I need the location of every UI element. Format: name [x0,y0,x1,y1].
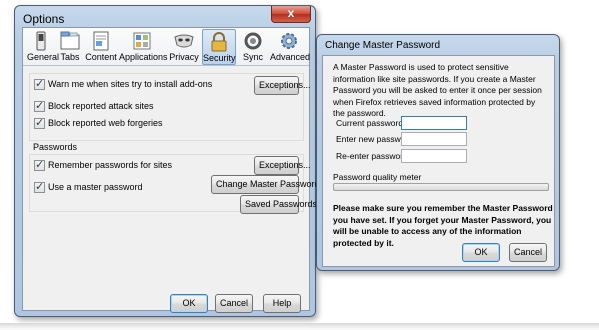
help-button[interactable]: Help [263,294,301,313]
master-dialog-title: Change Master Password [325,40,441,51]
tabs-icon [59,31,81,51]
block-forgeries-label: Block reported web forgeries [48,118,163,128]
bottom-shadow [0,323,599,330]
tab-tabs-label: Tabs [60,52,80,62]
tab-security-label: Security [203,53,236,63]
password-quality-meter [333,183,549,191]
reenter-password-label: Re-enter password: [336,151,411,161]
content-page-icon [90,31,112,51]
tab-privacy-label: Privacy [169,52,199,62]
tab-sync[interactable]: Sync [239,29,267,65]
tab-content-label: Content [85,52,117,62]
reenter-password-field[interactable] [401,149,467,163]
master-dialog-description: A Master Password is used to protect sen… [333,62,542,118]
warn-addons-checkbox[interactable] [34,77,45,90]
use-master-password-checkbox[interactable] [34,180,45,193]
tab-advanced[interactable]: Advanced [270,29,311,65]
tab-applications[interactable]: Applications [119,29,168,65]
ok-button[interactable]: OK [170,294,208,313]
new-password-field[interactable] [401,132,467,146]
exceptions-addons-button[interactable]: Exceptions... [254,76,311,95]
cancel-button[interactable]: Cancel [215,294,253,313]
master-dialog-ok-button[interactable]: OK [462,243,500,262]
advanced-gear-icon [278,31,300,51]
block-forgeries-checkbox[interactable] [34,116,45,129]
password-quality-meter-label: Password quality meter [333,172,422,182]
tab-sync-label: Sync [242,52,263,62]
applications-icon [131,31,153,51]
tab-tabs[interactable]: Tabs [57,29,83,65]
options-toolbar: General Tabs Content Applications Privac… [23,28,311,66]
saved-passwords-button[interactable]: Saved Passwords... [240,195,325,214]
current-password-field[interactable] [401,116,467,130]
general-switch-icon [30,31,52,51]
sync-icon [242,31,264,51]
block-attack-checkbox[interactable] [34,99,45,112]
security-lock-icon [208,32,230,52]
remember-passwords-checkbox[interactable] [34,158,45,171]
tab-general-label: General [27,52,60,62]
passwords-section-label: Passwords [33,142,78,152]
tab-applications-label: Applications [119,52,168,62]
current-password-label: Current password: [336,118,406,128]
options-client-area: General Tabs Content Applications Privac… [22,27,327,313]
tab-general[interactable]: General [27,29,60,65]
block-attack-label: Block reported attack sites [48,101,154,111]
master-dialog-client-area: A Master Password is used to protect sen… [322,55,555,267]
change-master-password-button[interactable]: Change Master Password... [211,175,327,194]
master-password-dialog: Change Master Password A Master Password… [316,34,560,271]
tab-content[interactable]: Content [85,29,117,65]
master-dialog-cancel-button[interactable]: Cancel [509,243,547,262]
exceptions-passwords-button[interactable]: Exceptions... [254,156,311,175]
tab-security[interactable]: Security [202,29,236,65]
tab-advanced-label: Advanced [270,52,311,62]
options-close-button[interactable]: x [271,6,311,23]
tab-privacy[interactable]: Privacy [168,29,200,65]
options-window: Options x General Tabs Content Applicati… [14,5,327,317]
options-window-title: Options [23,12,65,26]
remember-passwords-label: Remember passwords for sites [48,160,173,170]
use-master-password-label: Use a master password [48,182,143,192]
privacy-mask-icon [173,31,195,51]
warn-addons-label: Warn me when sites try to install add-on… [48,79,213,89]
